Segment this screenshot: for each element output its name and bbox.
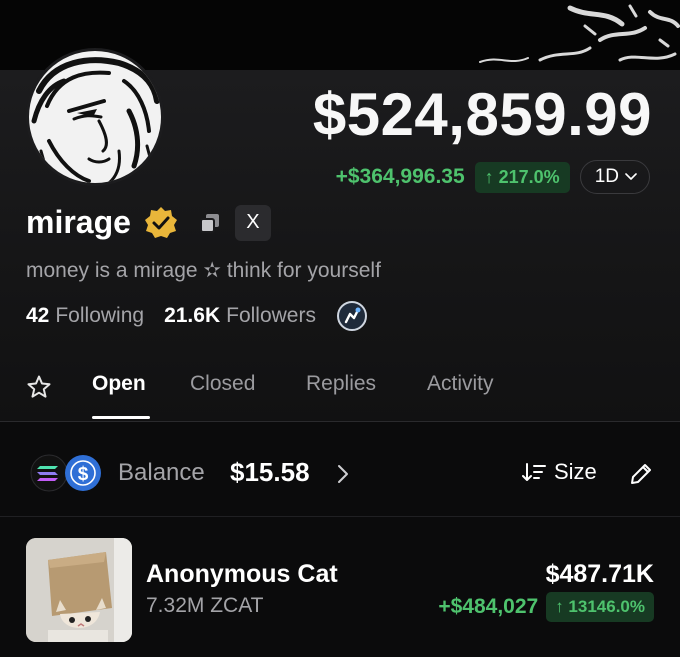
edit-pencil-icon[interactable] bbox=[628, 461, 654, 487]
copy-icon[interactable] bbox=[197, 210, 223, 236]
profile-tabs: Open Closed Replies Activity bbox=[0, 366, 680, 422]
star-icon[interactable] bbox=[26, 374, 52, 400]
username-row: mirage X bbox=[26, 204, 271, 241]
token-name: Anonymous Cat bbox=[146, 560, 338, 588]
tab-open[interactable]: Open bbox=[92, 372, 146, 396]
active-tab-indicator bbox=[92, 416, 150, 419]
x-logo-icon: X bbox=[246, 211, 260, 233]
tab-activity[interactable]: Activity bbox=[427, 372, 494, 396]
holding-row[interactable]: Anonymous Cat 7.32M ZCAT $487.71K +$484,… bbox=[0, 518, 680, 657]
balance-label: Balance bbox=[118, 459, 205, 486]
token-image bbox=[26, 538, 132, 642]
sort-size-button[interactable]: Size bbox=[522, 459, 597, 485]
profile-section: $524,859.99 +$364,996.35 ↑ 217.0% 1D mir… bbox=[0, 48, 680, 422]
portfolio-total-value: $524,859.99 bbox=[312, 81, 652, 148]
solana-icon bbox=[30, 454, 68, 492]
pnl-row: +$364,996.35 ↑ 217.0% 1D bbox=[336, 160, 650, 194]
balance-value: $15.58 bbox=[230, 457, 310, 487]
balance-row[interactable]: $ Balance $15.58 Size bbox=[0, 423, 680, 517]
sort-icon bbox=[522, 463, 546, 481]
following-label[interactable]: Following bbox=[55, 304, 144, 328]
avatar[interactable] bbox=[26, 48, 164, 186]
tab-replies[interactable]: Replies bbox=[306, 372, 376, 396]
token-pnl-percent-badge: ↑ 13146.0% bbox=[546, 592, 654, 622]
bio: money is a mirage ✫ think for yourself bbox=[26, 259, 381, 282]
verified-badge-icon bbox=[144, 206, 177, 238]
chevron-down-icon bbox=[625, 173, 637, 180]
x-profile-link[interactable]: X bbox=[234, 204, 271, 241]
followers-label[interactable]: Followers bbox=[226, 304, 316, 328]
chevron-right-icon[interactable] bbox=[336, 463, 350, 485]
time-range-dropdown[interactable]: 1D bbox=[579, 160, 650, 194]
sort-label: Size bbox=[554, 459, 597, 484]
token-amount: 7.32M ZCAT bbox=[146, 594, 264, 617]
token-pnl: +$484,027 ↑ 13146.0% bbox=[438, 592, 654, 622]
time-range-label: 1D bbox=[594, 166, 619, 187]
token-value: $487.71K bbox=[545, 560, 654, 588]
pnl-percent-badge: ↑ 217.0% bbox=[474, 161, 570, 193]
followers-count[interactable]: 21.6K bbox=[164, 304, 220, 328]
svg-text:$: $ bbox=[78, 464, 89, 485]
usdc-icon: $ bbox=[65, 455, 101, 491]
username: mirage bbox=[26, 204, 131, 240]
token-pnl-value: +$484,027 bbox=[438, 595, 539, 618]
pnl-value: +$364,996.35 bbox=[335, 165, 465, 188]
achievement-badge-icon[interactable] bbox=[336, 300, 368, 332]
wallet-coins: $ bbox=[30, 454, 101, 492]
follow-stats: 42 Following 21.6K Followers bbox=[26, 300, 368, 332]
following-count[interactable]: 42 bbox=[26, 304, 49, 328]
positions-panel: $ Balance $15.58 Size Anonymous Cat 7.32… bbox=[0, 423, 680, 657]
tab-closed[interactable]: Closed bbox=[190, 372, 255, 396]
